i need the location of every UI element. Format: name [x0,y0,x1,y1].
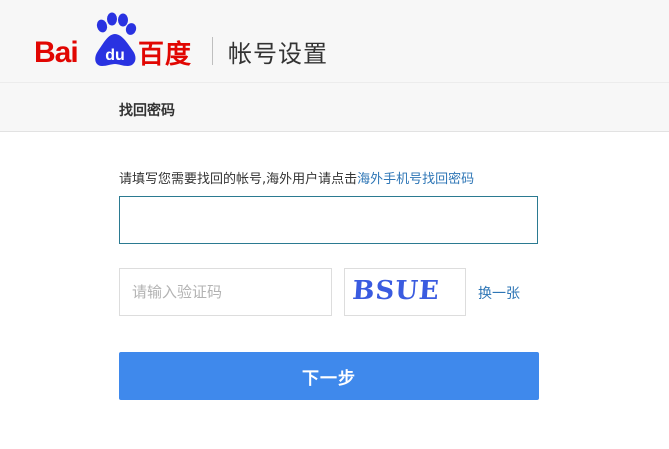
captcha-input[interactable] [119,268,332,316]
logo-text-baidu: 百度 [138,40,193,70]
section-title: 找回密码 [119,103,175,119]
page-title: 帐号设置 [228,40,328,68]
overseas-recovery-link[interactable]: 海外手机号找回密码 [357,172,474,187]
instruction-text: 请填写您需要找回的帐号,海外用户请点击海外手机号找回密码 [119,168,474,187]
captcha-image[interactable]: BSUE [344,268,466,316]
captcha-text: BSUE [351,276,440,306]
subbar: 找回密码 [0,82,669,132]
captcha-graphic: BSUE [351,276,440,306]
next-button[interactable]: 下一步 [119,352,539,400]
logo-text-du: du [105,47,125,64]
instruction-label: 请填写您需要找回的帐号,海外用户请点击 [119,172,358,187]
header: Bai du 百度 帐号设置 [0,0,669,82]
logo-text-bai: Bai [34,36,79,69]
paw-logo-icon: du [95,12,137,66]
account-input[interactable] [119,196,538,244]
refresh-captcha-link[interactable]: 换一张 [478,283,520,303]
header-divider [212,37,213,65]
